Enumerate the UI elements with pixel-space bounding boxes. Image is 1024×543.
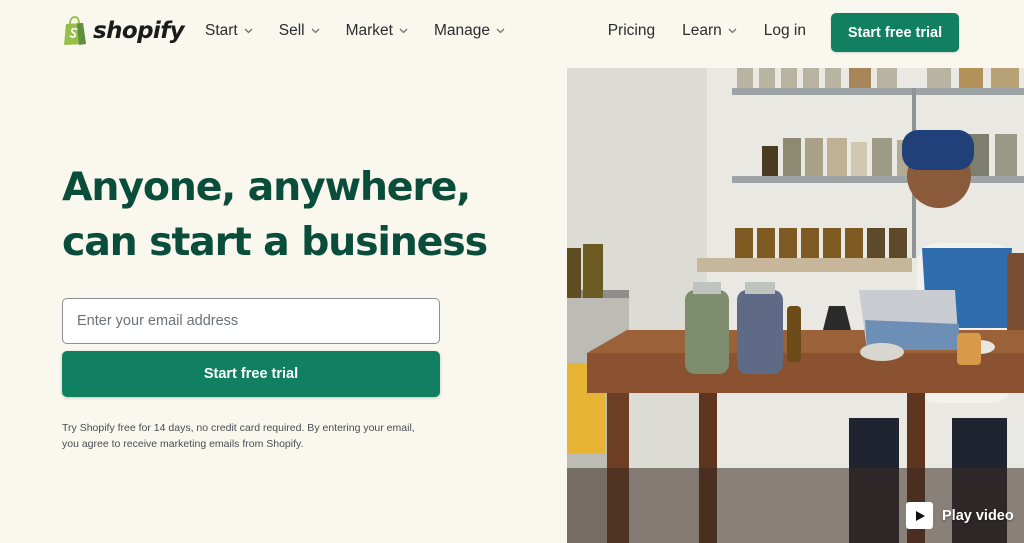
- primary-menu: Start Sell Market Manage: [205, 22, 505, 40]
- nav-menu-learn[interactable]: Learn: [682, 22, 737, 40]
- chevron-down-icon: [311, 28, 320, 34]
- chevron-down-icon: [496, 28, 505, 34]
- hero-image: [567, 68, 1024, 543]
- email-field[interactable]: [62, 298, 440, 344]
- start-free-trial-button[interactable]: Start free trial: [62, 351, 440, 397]
- trial-disclaimer-line-2: you agree to receive marketing emails fr…: [62, 438, 304, 450]
- shopify-logo[interactable]: shopify: [62, 16, 185, 46]
- hero-photo-illustration: [567, 68, 1024, 543]
- nav-menu-learn-label: Learn: [682, 22, 722, 39]
- nav-menu-manage[interactable]: Manage: [434, 22, 505, 40]
- start-free-trial-nav-button[interactable]: Start free trial: [831, 13, 959, 52]
- nav-menu-sell[interactable]: Sell: [279, 22, 320, 40]
- nav-menu-start[interactable]: Start: [205, 22, 253, 40]
- secondary-menu: Pricing Learn Log in: [608, 22, 806, 40]
- play-video-label: Play video: [942, 507, 1014, 524]
- hero-headline: Anyone, anywhere, can start a business: [62, 160, 542, 270]
- nav-menu-start-label: Start: [205, 22, 238, 39]
- trial-disclaimer: Try Shopify free for 14 days, no credit …: [62, 420, 442, 452]
- hero-headline-line-1: Anyone, anywhere,: [62, 164, 471, 210]
- chevron-down-icon: [399, 28, 408, 34]
- trial-disclaimer-line-1: Try Shopify free for 14 days, no credit …: [62, 422, 415, 434]
- chevron-down-icon: [728, 28, 737, 34]
- top-navigation: shopify Start Sell Market Manage Pricing…: [0, 0, 1024, 66]
- pricing-link[interactable]: Pricing: [608, 22, 655, 40]
- brand-wordmark: shopify: [93, 18, 185, 44]
- nav-menu-market[interactable]: Market: [346, 22, 408, 40]
- chevron-down-icon: [244, 28, 253, 34]
- play-video-button[interactable]: Play video: [906, 502, 1014, 529]
- shopify-bag-icon: [64, 16, 86, 45]
- hero-headline-line-2: can start a business: [62, 219, 488, 265]
- play-icon: [906, 502, 933, 529]
- nav-menu-manage-label: Manage: [433, 22, 490, 39]
- nav-menu-sell-label: Sell: [278, 22, 305, 39]
- login-link[interactable]: Log in: [764, 22, 806, 40]
- nav-menu-market-label: Market: [345, 22, 393, 39]
